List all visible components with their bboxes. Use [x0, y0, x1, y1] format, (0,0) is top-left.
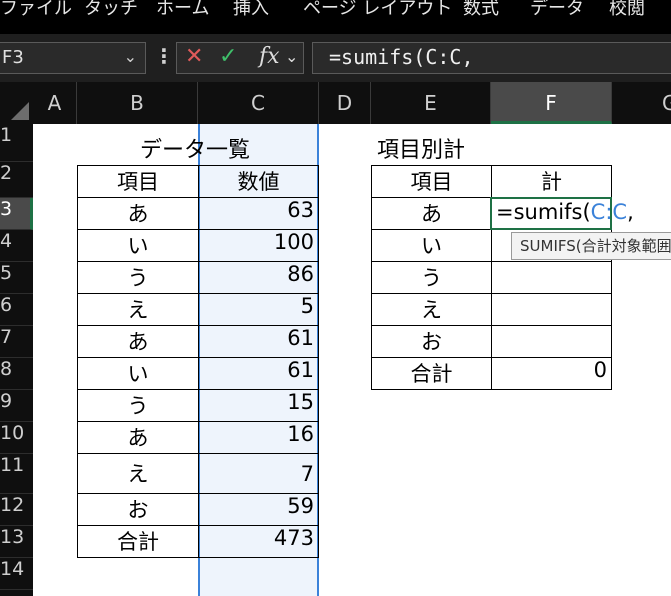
summary-item-cell[interactable]: お: [371, 325, 492, 358]
summary-total-cell[interactable]: [491, 293, 612, 326]
row-header-11[interactable]: 11: [0, 454, 33, 494]
tab-file[interactable]: ファイル: [0, 0, 72, 20]
insert-function-icon[interactable]: fx: [259, 44, 280, 69]
data-value-cell[interactable]: 7: [198, 453, 319, 494]
row-header-4[interactable]: 4: [0, 230, 33, 262]
active-cell-text: =sumifs(C:C,: [496, 200, 634, 224]
row-header-10[interactable]: 10: [0, 422, 33, 454]
formula-input[interactable]: =sumifs(C:C,: [312, 42, 671, 74]
data-table-title: データ一覧: [140, 138, 251, 163]
data-value-cell[interactable]: 61: [198, 325, 319, 358]
name-box[interactable]: F3 ⌄: [0, 42, 146, 74]
column-header-d[interactable]: D: [319, 82, 371, 124]
column-header-g[interactable]: G: [612, 82, 671, 124]
data-value-cell[interactable]: 100: [198, 229, 319, 262]
data-header-value[interactable]: 数値: [198, 165, 319, 198]
row-header-6[interactable]: 6: [0, 294, 33, 326]
function-tooltip[interactable]: SUMIFS(合計対象範囲: [511, 232, 671, 260]
summary-item-cell[interactable]: う: [371, 261, 492, 294]
row-header-7[interactable]: 7: [0, 326, 33, 358]
data-value-cell[interactable]: 59: [198, 493, 319, 526]
tab-home[interactable]: ホーム: [156, 0, 209, 20]
formula-suffix: ,: [627, 200, 634, 224]
formula-range-ref: C:C: [590, 200, 628, 224]
summary-total-label[interactable]: 合計: [371, 357, 492, 390]
data-item-cell[interactable]: い: [77, 357, 199, 390]
cancel-icon[interactable]: ✕: [185, 44, 203, 69]
tab-page-layout[interactable]: ページ レイアウト: [303, 0, 452, 20]
summary-item-cell[interactable]: い: [371, 229, 492, 262]
vertical-dots-icon[interactable]: ⋮: [154, 44, 174, 68]
chevron-down-icon[interactable]: ⌄: [124, 47, 137, 66]
summary-header-item[interactable]: 項目: [371, 165, 492, 198]
data-item-cell[interactable]: あ: [77, 197, 199, 230]
data-value-cell[interactable]: 5: [198, 293, 319, 326]
column-header-e[interactable]: E: [371, 82, 491, 124]
formula-prefix: =sumifs(: [496, 200, 591, 224]
name-box-value: F3: [2, 47, 24, 68]
data-item-cell[interactable]: い: [77, 229, 199, 262]
row-header-1[interactable]: 1: [0, 124, 33, 162]
summary-total-value[interactable]: 0: [491, 357, 612, 390]
data-header-item[interactable]: 項目: [77, 165, 199, 198]
summary-item-cell[interactable]: え: [371, 293, 492, 326]
data-item-cell[interactable]: あ: [77, 325, 199, 358]
data-item-cell[interactable]: え: [77, 293, 199, 326]
summary-table-title: 項目別計: [377, 138, 466, 163]
ribbon-tabs: ファイル タッチ ホーム 挿入 ページ レイアウト 数式 データ 校閲: [0, 0, 671, 34]
row-header-3[interactable]: 3: [0, 198, 33, 230]
data-item-cell[interactable]: う: [77, 261, 199, 294]
tab-data[interactable]: データ: [530, 0, 584, 20]
column-headers: A B C D E F G: [0, 82, 671, 124]
column-header-c[interactable]: C: [198, 82, 319, 124]
data-item-cell[interactable]: あ: [77, 421, 199, 454]
data-item-cell[interactable]: え: [77, 453, 199, 494]
data-value-cell[interactable]: 61: [198, 357, 319, 390]
data-value-cell[interactable]: 63: [198, 197, 319, 230]
row-header-9[interactable]: 9: [0, 390, 33, 422]
data-item-cell[interactable]: お: [77, 493, 199, 526]
tab-formulas[interactable]: 数式: [463, 0, 499, 20]
summary-total-cell[interactable]: [491, 325, 612, 358]
chevron-down-icon[interactable]: ⌄: [285, 47, 298, 66]
data-total-value[interactable]: 473: [198, 525, 319, 558]
summary-header-total[interactable]: 計: [491, 165, 612, 198]
row-header-12[interactable]: 12: [0, 494, 33, 526]
enter-icon[interactable]: ✓: [219, 44, 237, 69]
formula-buttons: ✕ ✓ fx ⌄: [176, 42, 304, 74]
column-header-a[interactable]: A: [33, 82, 77, 124]
row-header-5[interactable]: 5: [0, 262, 33, 294]
column-header-b[interactable]: B: [77, 82, 198, 124]
data-value-cell[interactable]: 86: [198, 261, 319, 294]
tab-touch[interactable]: タッチ: [84, 0, 138, 20]
column-header-f[interactable]: F: [491, 82, 612, 124]
tab-insert[interactable]: 挿入: [233, 0, 269, 20]
data-value-cell[interactable]: 15: [198, 389, 319, 422]
summary-item-cell[interactable]: あ: [371, 197, 492, 230]
formula-text: =sumifs(C:C,: [329, 45, 474, 69]
row-header-13[interactable]: 13: [0, 526, 33, 558]
active-cell-f3[interactable]: =sumifs(C:C,: [490, 197, 634, 230]
row-header-2[interactable]: 2: [0, 162, 33, 198]
row-header-8[interactable]: 8: [0, 358, 33, 390]
data-total-label[interactable]: 合計: [77, 525, 199, 558]
data-item-cell[interactable]: う: [77, 389, 199, 422]
row-header-14[interactable]: 14: [0, 558, 33, 590]
summary-total-cell[interactable]: [491, 261, 612, 294]
tab-review[interactable]: 校閲: [609, 0, 645, 20]
row-headers: 1 2 3 4 5 6 7 8 9 10 11 12 13 14: [0, 124, 33, 596]
select-all-corner[interactable]: [0, 82, 33, 124]
data-value-cell[interactable]: 16: [198, 421, 319, 454]
